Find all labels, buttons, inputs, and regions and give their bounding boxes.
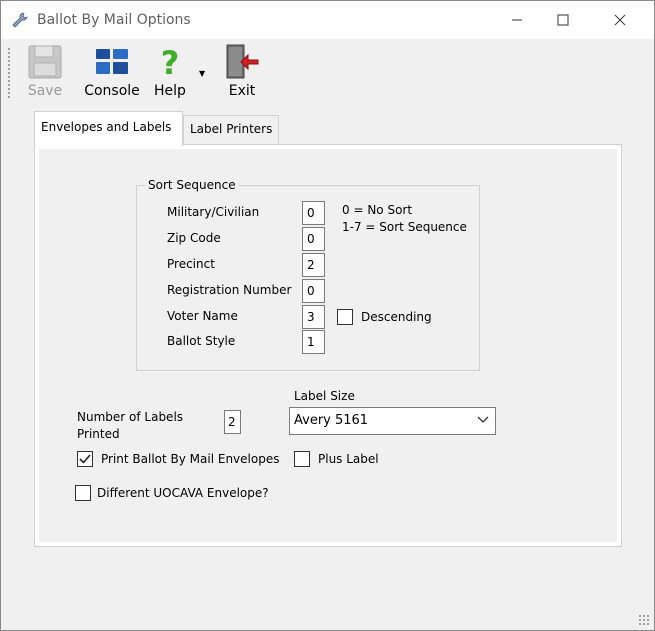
floppy-disk-icon [28,45,62,79]
help-label: Help [154,83,186,99]
label-size-label: Label Size [294,389,355,403]
registration-number-label: Registration Number [167,283,292,297]
console-label: Console [84,83,140,99]
print-envelopes-label: Print Ballot By Mail Envelopes [101,452,280,466]
tab-label-printers[interactable]: Label Printers [183,115,279,145]
descending-checkbox[interactable] [337,309,353,325]
number-of-labels-input[interactable]: 2 [224,410,241,434]
zip-code-label: Zip Code [167,231,221,245]
options-window: Ballot By Mail Options Save Console ? He… [0,0,655,631]
exit-door-icon [226,44,259,79]
svg-text:?: ? [161,44,180,81]
zip-code-input[interactable]: 0 [302,227,325,251]
minimize-icon [512,19,522,21]
ballot-style-input[interactable]: 1 [302,330,325,354]
ballot-style-label: Ballot Style [167,334,236,348]
label-size-select[interactable]: Avery 5161 [289,407,496,435]
label-size-value: Avery 5161 [294,413,369,428]
sort-sequence-title: Sort Sequence [145,178,239,192]
window-title: Ballot By Mail Options [37,12,191,28]
toolbar: Save Console ? Help ▼ Exit [1,39,654,105]
sort-legend-sequence: 1-7 = Sort Sequence [342,220,467,234]
exit-label: Exit [228,83,256,99]
save-label: Save [27,83,63,99]
save-button[interactable]: Save [23,43,67,103]
exit-button[interactable]: Exit [219,43,265,103]
sort-legend-no-sort: 0 = No Sort [342,203,413,217]
precinct-input[interactable]: 2 [302,253,325,277]
resize-grip[interactable] [638,614,650,626]
chevron-down-icon [477,416,489,423]
console-button[interactable]: Console [81,43,143,103]
uocava-envelope-checkbox[interactable] [75,485,91,501]
military-civilian-label: Military/Civilian [167,205,260,219]
maximize-icon [557,14,569,26]
sort-sequence-group: Sort Sequence Military/Civilian 0 Zip Co… [136,178,480,371]
minimize-button[interactable] [494,1,540,39]
military-civilian-input[interactable]: 0 [302,201,325,225]
tab-envelopes-and-labels[interactable]: Envelopes and Labels [34,111,183,146]
voter-name-input[interactable]: 3 [302,305,325,329]
help-dropdown-arrow-icon[interactable]: ▼ [199,69,205,78]
plus-label-checkbox[interactable] [294,451,310,467]
number-of-labels-label: Number of Labels Printed [77,410,184,441]
toolbar-grip[interactable] [7,47,11,99]
help-button[interactable]: ? Help [149,43,191,103]
question-mark-icon: ? [161,44,180,81]
precinct-label: Precinct [167,257,215,271]
uocava-envelope-label: Different UOCAVA Envelope? [97,486,269,500]
checkmark-icon [79,454,91,464]
close-button[interactable] [597,1,643,39]
descending-label: Descending [361,310,432,324]
tab-panel-body: Sort Sequence Military/Civilian 0 Zip Co… [39,149,617,542]
print-envelopes-checkbox[interactable] [77,451,93,467]
voter-name-label: Voter Name [167,309,238,323]
console-grid-icon [96,49,128,74]
wrench-icon [12,12,28,28]
close-icon [614,14,626,26]
title-bar: Ballot By Mail Options [1,1,654,39]
tab-panel: Sort Sequence Military/Civilian 0 Zip Co… [34,144,622,547]
maximize-button[interactable] [540,1,586,39]
registration-number-input[interactable]: 0 [302,279,325,303]
plus-label-label: Plus Label [318,452,379,466]
